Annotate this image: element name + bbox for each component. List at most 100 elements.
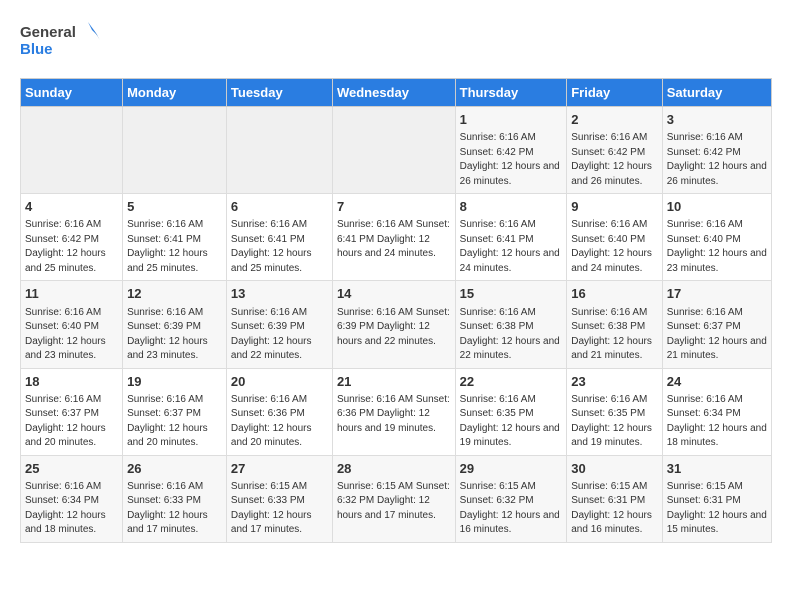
calendar-cell: 5 Sunrise: 6:16 AM Sunset: 6:41 PM Daylig… [123,194,227,281]
calendar-cell: 24 Sunrise: 6:16 AM Sunset: 6:34 PM Dayli… [662,368,771,455]
day-number: 4 [25,198,118,216]
calendar-cell: 20Sunrise: 6:16 AM Sunset: 6:36 PM Dayli… [226,368,332,455]
cell-content: Sunrise: 6:15 AM Sunset: 6:32 PM Dayligh… [337,480,451,524]
cell-content: Sunrise: 6:16 AM Sunset: 6:41 PM Dayligh… [460,218,563,276]
day-number: 17 [667,285,767,303]
cell-content: Sunrise: 6:16 AM Sunset: 6:34 PM Dayligh… [25,480,118,538]
day-number: 24 [667,373,767,391]
day-number: 23 [571,373,658,391]
calendar-week-row: 1 Sunrise: 6:16 AM Sunset: 6:42 PM Daylig… [21,107,772,194]
cell-content: Sunrise: 6:16 AM Sunset: 6:41 PM Dayligh… [231,218,328,276]
day-number: 16 [571,285,658,303]
day-number: 13 [231,285,328,303]
day-number: 3 [667,111,767,129]
svg-text:General: General [20,24,76,41]
day-number: 19 [127,373,222,391]
calendar-cell: 11 Sunrise: 6:16 AM Sunset: 6:40 PM Dayli… [21,281,123,368]
calendar-cell: 27 Sunrise: 6:15 AM Sunset: 6:33 PM Dayli… [226,455,332,542]
day-number: 1 [460,111,563,129]
header-cell-thursday: Thursday [455,79,567,107]
cell-content: Sunrise: 6:16 AM Sunset: 6:42 PM Dayligh… [25,218,118,276]
calendar-cell: 6 Sunrise: 6:16 AM Sunset: 6:41 PM Daylig… [226,194,332,281]
calendar-cell: 14 Sunrise: 6:16 AM Sunset: 6:39 PM Dayli… [332,281,455,368]
cell-content: Sunrise: 6:15 AM Sunset: 6:33 PM Dayligh… [231,480,328,538]
calendar-cell: 18 Sunrise: 6:16 AM Sunset: 6:37 PM Dayli… [21,368,123,455]
calendar-cell: 30Sunrise: 6:15 AM Sunset: 6:31 PM Dayli… [567,455,663,542]
calendar-cell: 15Sunrise: 6:16 AM Sunset: 6:38 PM Dayli… [455,281,567,368]
calendar-cell: 19 Sunrise: 6:16 AM Sunset: 6:37 PM Dayli… [123,368,227,455]
calendar-cell [332,107,455,194]
cell-content: Sunrise: 6:16 AM Sunset: 6:42 PM Dayligh… [667,131,767,189]
cell-content: Sunrise: 6:16 AM Sunset: 6:39 PM Dayligh… [127,306,222,364]
header-cell-wednesday: Wednesday [332,79,455,107]
day-number: 10 [667,198,767,216]
header-cell-friday: Friday [567,79,663,107]
header-cell-saturday: Saturday [662,79,771,107]
svg-text:Blue: Blue [20,41,53,58]
calendar-cell: 28 Sunrise: 6:15 AM Sunset: 6:32 PM Dayli… [332,455,455,542]
day-number: 12 [127,285,222,303]
cell-content: Sunrise: 6:16 AM Sunset: 6:40 PM Dayligh… [667,218,767,276]
calendar-cell: 13 Sunrise: 6:16 AM Sunset: 6:39 PM Dayli… [226,281,332,368]
cell-content: Sunrise: 6:16 AM Sunset: 6:40 PM Dayligh… [25,306,118,364]
day-number: 25 [25,460,118,478]
day-number: 18 [25,373,118,391]
calendar-cell [123,107,227,194]
calendar-cell: 10 Sunrise: 6:16 AM Sunset: 6:40 PM Dayli… [662,194,771,281]
day-number: 28 [337,460,451,478]
day-number: 14 [337,285,451,303]
day-number: 5 [127,198,222,216]
day-number: 6 [231,198,328,216]
calendar-header-row: SundayMondayTuesdayWednesdayThursdayFrid… [21,79,772,107]
cell-content: Sunrise: 6:16 AM Sunset: 6:36 PM Dayligh… [337,393,451,437]
day-number: 22 [460,373,563,391]
cell-content: Sunrise: 6:16 AM Sunset: 6:33 PM Dayligh… [127,480,222,538]
cell-content: Sunrise: 6:16 AM Sunset: 6:39 PM Dayligh… [231,306,328,364]
calendar-cell: 31Sunrise: 6:15 AM Sunset: 6:31 PM Dayli… [662,455,771,542]
cell-content: Sunrise: 6:16 AM Sunset: 6:37 PM Dayligh… [25,393,118,451]
day-number: 29 [460,460,563,478]
cell-content: Sunrise: 6:16 AM Sunset: 6:40 PM Dayligh… [571,218,658,276]
calendar-cell: 1 Sunrise: 6:16 AM Sunset: 6:42 PM Daylig… [455,107,567,194]
header-cell-sunday: Sunday [21,79,123,107]
calendar-cell: 29 Sunrise: 6:15 AM Sunset: 6:32 PM Dayli… [455,455,567,542]
cell-content: Sunrise: 6:16 AM Sunset: 6:41 PM Dayligh… [337,218,451,262]
day-number: 31 [667,460,767,478]
calendar-cell: 26 Sunrise: 6:16 AM Sunset: 6:33 PM Dayli… [123,455,227,542]
cell-content: Sunrise: 6:15 AM Sunset: 6:32 PM Dayligh… [460,480,563,538]
day-number: 9 [571,198,658,216]
day-number: 2 [571,111,658,129]
cell-content: Sunrise: 6:16 AM Sunset: 6:34 PM Dayligh… [667,393,767,451]
generalblue-logo: General Blue [20,20,100,62]
day-number: 11 [25,285,118,303]
day-number: 27 [231,460,328,478]
cell-content: Sunrise: 6:16 AM Sunset: 6:42 PM Dayligh… [460,131,563,189]
calendar-week-row: 11 Sunrise: 6:16 AM Sunset: 6:40 PM Dayli… [21,281,772,368]
cell-content: Sunrise: 6:16 AM Sunset: 6:38 PM Dayligh… [460,306,563,364]
day-number: 26 [127,460,222,478]
header-cell-tuesday: Tuesday [226,79,332,107]
cell-content: Sunrise: 6:16 AM Sunset: 6:41 PM Dayligh… [127,218,222,276]
calendar-week-row: 18 Sunrise: 6:16 AM Sunset: 6:37 PM Dayli… [21,368,772,455]
calendar-cell: 9 Sunrise: 6:16 AM Sunset: 6:40 PM Daylig… [567,194,663,281]
calendar-cell: 8Sunrise: 6:16 AM Sunset: 6:41 PM Daylig… [455,194,567,281]
calendar-cell: 22Sunrise: 6:16 AM Sunset: 6:35 PM Dayli… [455,368,567,455]
header-cell-monday: Monday [123,79,227,107]
day-number: 21 [337,373,451,391]
calendar-cell: 23Sunrise: 6:16 AM Sunset: 6:35 PM Dayli… [567,368,663,455]
cell-content: Sunrise: 6:16 AM Sunset: 6:39 PM Dayligh… [337,306,451,350]
calendar-cell: 3 Sunrise: 6:16 AM Sunset: 6:42 PM Daylig… [662,107,771,194]
cell-content: Sunrise: 6:16 AM Sunset: 6:37 PM Dayligh… [127,393,222,451]
cell-content: Sunrise: 6:16 AM Sunset: 6:36 PM Dayligh… [231,393,328,451]
page-header: General Blue [20,20,772,62]
calendar-cell [226,107,332,194]
calendar-week-row: 25 Sunrise: 6:16 AM Sunset: 6:34 PM Dayli… [21,455,772,542]
cell-content: Sunrise: 6:15 AM Sunset: 6:31 PM Dayligh… [571,480,658,538]
calendar-cell: 7Sunrise: 6:16 AM Sunset: 6:41 PM Daylig… [332,194,455,281]
cell-content: Sunrise: 6:16 AM Sunset: 6:38 PM Dayligh… [571,306,658,364]
calendar-cell: 21 Sunrise: 6:16 AM Sunset: 6:36 PM Dayli… [332,368,455,455]
calendar-cell: 17 Sunrise: 6:16 AM Sunset: 6:37 PM Dayli… [662,281,771,368]
calendar-cell: 16 Sunrise: 6:16 AM Sunset: 6:38 PM Dayli… [567,281,663,368]
cell-content: Sunrise: 6:16 AM Sunset: 6:37 PM Dayligh… [667,306,767,364]
calendar-table: SundayMondayTuesdayWednesdayThursdayFrid… [20,78,772,543]
